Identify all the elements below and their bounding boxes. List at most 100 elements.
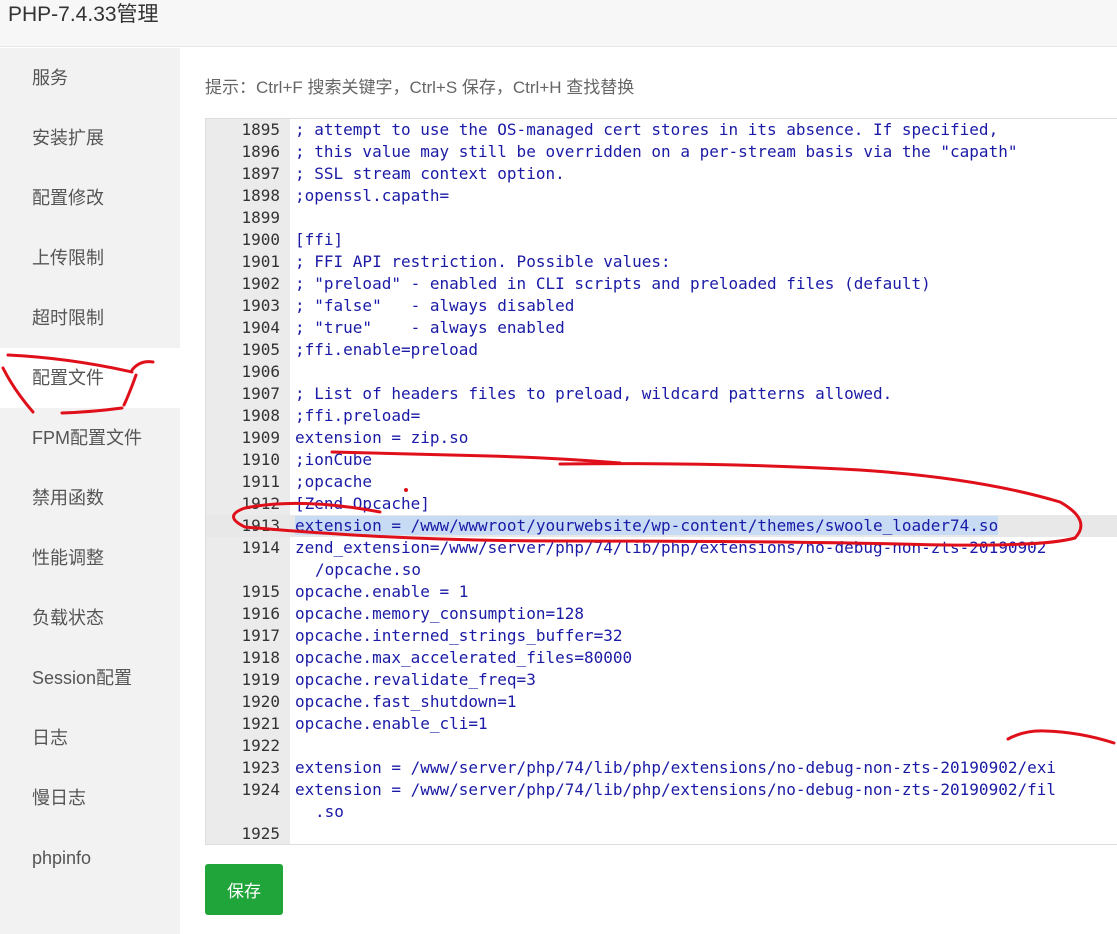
sidebar-item-13[interactable]: phpinfo xyxy=(0,828,180,888)
line-number: 1913 xyxy=(241,516,280,535)
line-code: extension = /www/server/php/74/lib/php/e… xyxy=(295,780,1056,799)
line-code: ;ionCube xyxy=(295,450,373,469)
line-number: 1922 xyxy=(241,736,280,755)
editor-line[interactable]: 1904 ; "true" - always enabled xyxy=(206,317,1117,339)
sidebar-item-1[interactable]: 安装扩展 xyxy=(0,108,180,168)
line-number: 1905 xyxy=(241,340,280,359)
editor-line[interactable]: 1906 xyxy=(206,361,1117,383)
line-number: 1920 xyxy=(241,692,280,711)
line-number: 1907 xyxy=(241,384,280,403)
line-number: 1899 xyxy=(241,208,280,227)
line-code: ;ffi.preload= xyxy=(295,406,421,425)
line-number: 1916 xyxy=(241,604,280,623)
sidebar-item-9[interactable]: 负载状态 xyxy=(0,588,180,648)
line-number: 1925 xyxy=(241,824,280,843)
line-code: ; attempt to use the OS-managed cert sto… xyxy=(295,120,999,139)
editor-line[interactable]: 1921 opcache.enable_cli=1 xyxy=(206,713,1117,735)
editor-line[interactable]: 1911 ;opcache xyxy=(206,471,1117,493)
sidebar-item-5[interactable]: 配置文件 xyxy=(0,348,180,408)
line-number: 1901 xyxy=(241,252,280,271)
sidebar-item-2[interactable]: 配置修改 xyxy=(0,168,180,228)
line-number: 1915 xyxy=(241,582,280,601)
editor-line[interactable]: 1917 opcache.interned_strings_buffer=32 xyxy=(206,625,1117,647)
line-code-wrapped: /opcache.so xyxy=(315,560,421,579)
line-code: extension = /www/server/php/74/lib/php/e… xyxy=(295,758,1056,777)
line-code: opcache.interned_strings_buffer=32 xyxy=(295,626,623,645)
editor-line[interactable]: 1898 ;openssl.capath= xyxy=(206,185,1117,207)
editor-line[interactable]: 1925 xyxy=(206,823,1117,844)
line-number: 1912 xyxy=(241,494,280,513)
window-titlebar: PHP-7.4.33管理 xyxy=(0,0,1117,47)
editor-line[interactable]: 1899 xyxy=(206,207,1117,229)
line-code: zend_extension=/www/server/php/74/lib/ph… xyxy=(295,538,1047,557)
line-number: 1917 xyxy=(241,626,280,645)
editor-line[interactable]: 1914 zend_extension=/www/server/php/74/li… xyxy=(206,537,1117,579)
editor-line[interactable]: 1916 opcache.memory_consumption=128 xyxy=(206,603,1117,625)
editor-line[interactable]: 1915 opcache.enable = 1 xyxy=(206,581,1117,603)
line-code: [Zend Opcache] xyxy=(295,494,430,513)
line-code: opcache.memory_consumption=128 xyxy=(295,604,584,623)
sidebar-item-7[interactable]: 禁用函数 xyxy=(0,468,180,528)
sidebar-item-6[interactable]: FPM配置文件 xyxy=(0,408,180,468)
shortcut-hint: 提示：Ctrl+F 搜索关键字，Ctrl+S 保存，Ctrl+H 查找替换 xyxy=(205,78,635,97)
line-code: opcache.fast_shutdown=1 xyxy=(295,692,517,711)
sidebar-item-10[interactable]: Session配置 xyxy=(0,648,180,708)
editor-line[interactable]: 1900 [ffi] xyxy=(206,229,1117,251)
editor-line[interactable]: 1912 [Zend Opcache] xyxy=(206,493,1117,515)
line-number: 1902 xyxy=(241,274,280,293)
line-number: 1924 xyxy=(241,780,280,799)
editor-line[interactable]: 1910 ;ionCube xyxy=(206,449,1117,471)
editor-line[interactable]: 1922 xyxy=(206,735,1117,757)
editor-line[interactable]: 1913 extension = /www/wwwroot/yourwebsite… xyxy=(206,515,1117,537)
editor-line[interactable]: 1920 opcache.fast_shutdown=1 xyxy=(206,691,1117,713)
line-number: 1898 xyxy=(241,186,280,205)
line-code: extension = /www/wwwroot/yourwebsite/wp-… xyxy=(295,515,999,537)
line-code: ; this value may still be overridden on … xyxy=(295,142,1018,161)
line-number: 1895 xyxy=(241,120,280,139)
sidebar-item-3[interactable]: 上传限制 xyxy=(0,228,180,288)
editor-line[interactable]: 1909 extension = zip.so xyxy=(206,427,1117,449)
line-code: ; List of headers files to preload, wild… xyxy=(295,384,893,403)
line-number: 1906 xyxy=(241,362,280,381)
editor-line[interactable]: 1919 opcache.revalidate_freq=3 xyxy=(206,669,1117,691)
line-code: opcache.enable = 1 xyxy=(295,582,469,601)
sidebar-item-0[interactable]: 服务 xyxy=(0,48,180,108)
line-code: opcache.enable_cli=1 xyxy=(295,714,488,733)
line-code: [ffi] xyxy=(295,230,344,249)
sidebar: 服务 安装扩展 配置修改 上传限制 超时限制 配置文件 FPM配置文件 禁用函数 性能调整 负载状… xyxy=(0,48,180,934)
editor-line[interactable]: 1896 ; this value may still be overridden… xyxy=(206,141,1117,163)
line-code: ;openssl.capath= xyxy=(295,186,450,205)
save-button[interactable]: 保存 xyxy=(205,864,283,915)
editor-line[interactable]: 1907 ; List of headers files to preload, … xyxy=(206,383,1117,405)
editor-line[interactable]: 1908 ;ffi.preload= xyxy=(206,405,1117,427)
sidebar-item-11[interactable]: 日志 xyxy=(0,708,180,768)
editor-line[interactable]: 1901 ; FFI API restriction. Possible valu… xyxy=(206,251,1117,273)
editor-line[interactable]: 1902 ; "preload" - enabled in CLI scripts… xyxy=(206,273,1117,295)
line-number: 1909 xyxy=(241,428,280,447)
line-number: 1910 xyxy=(241,450,280,469)
line-code: opcache.revalidate_freq=3 xyxy=(295,670,536,689)
editor-line[interactable]: 1903 ; "false" - always disabled xyxy=(206,295,1117,317)
sidebar-item-8[interactable]: 性能调整 xyxy=(0,528,180,588)
selected-text: extension = /www/wwwroot/yourwebsite/wp-… xyxy=(295,516,999,535)
editor-line[interactable]: 1897 ; SSL stream context option. xyxy=(206,163,1117,185)
line-number: 1908 xyxy=(241,406,280,425)
line-number: 1900 xyxy=(241,230,280,249)
line-code: ; "false" - always disabled xyxy=(295,296,575,315)
sidebar-item-4[interactable]: 超时限制 xyxy=(0,288,180,348)
line-code: ;ffi.enable=preload xyxy=(295,340,479,359)
config-editor[interactable]: 1895 ; attempt to use the OS-managed cert… xyxy=(205,118,1117,845)
editor-line[interactable]: 1924 extension = /www/server/php/74/lib/p… xyxy=(206,779,1117,821)
line-code: ; FFI API restriction. Possible values: xyxy=(295,252,671,271)
sidebar-item-12[interactable]: 慢日志 xyxy=(0,768,180,828)
editor-line[interactable]: 1895 ; attempt to use the OS-managed cert… xyxy=(206,119,1117,141)
editor-line[interactable]: 1905 ;ffi.enable=preload xyxy=(206,339,1117,361)
line-code: extension = zip.so xyxy=(295,428,469,447)
line-number: 1918 xyxy=(241,648,280,667)
line-code: ; SSL stream context option. xyxy=(295,164,565,183)
line-number: 1914 xyxy=(241,538,280,557)
editor-line[interactable]: 1918 opcache.max_accelerated_files=80000 xyxy=(206,647,1117,669)
line-number: 1897 xyxy=(241,164,280,183)
editor-line[interactable]: 1923 extension = /www/server/php/74/lib/p… xyxy=(206,757,1117,779)
line-code: ;opcache xyxy=(295,472,373,491)
